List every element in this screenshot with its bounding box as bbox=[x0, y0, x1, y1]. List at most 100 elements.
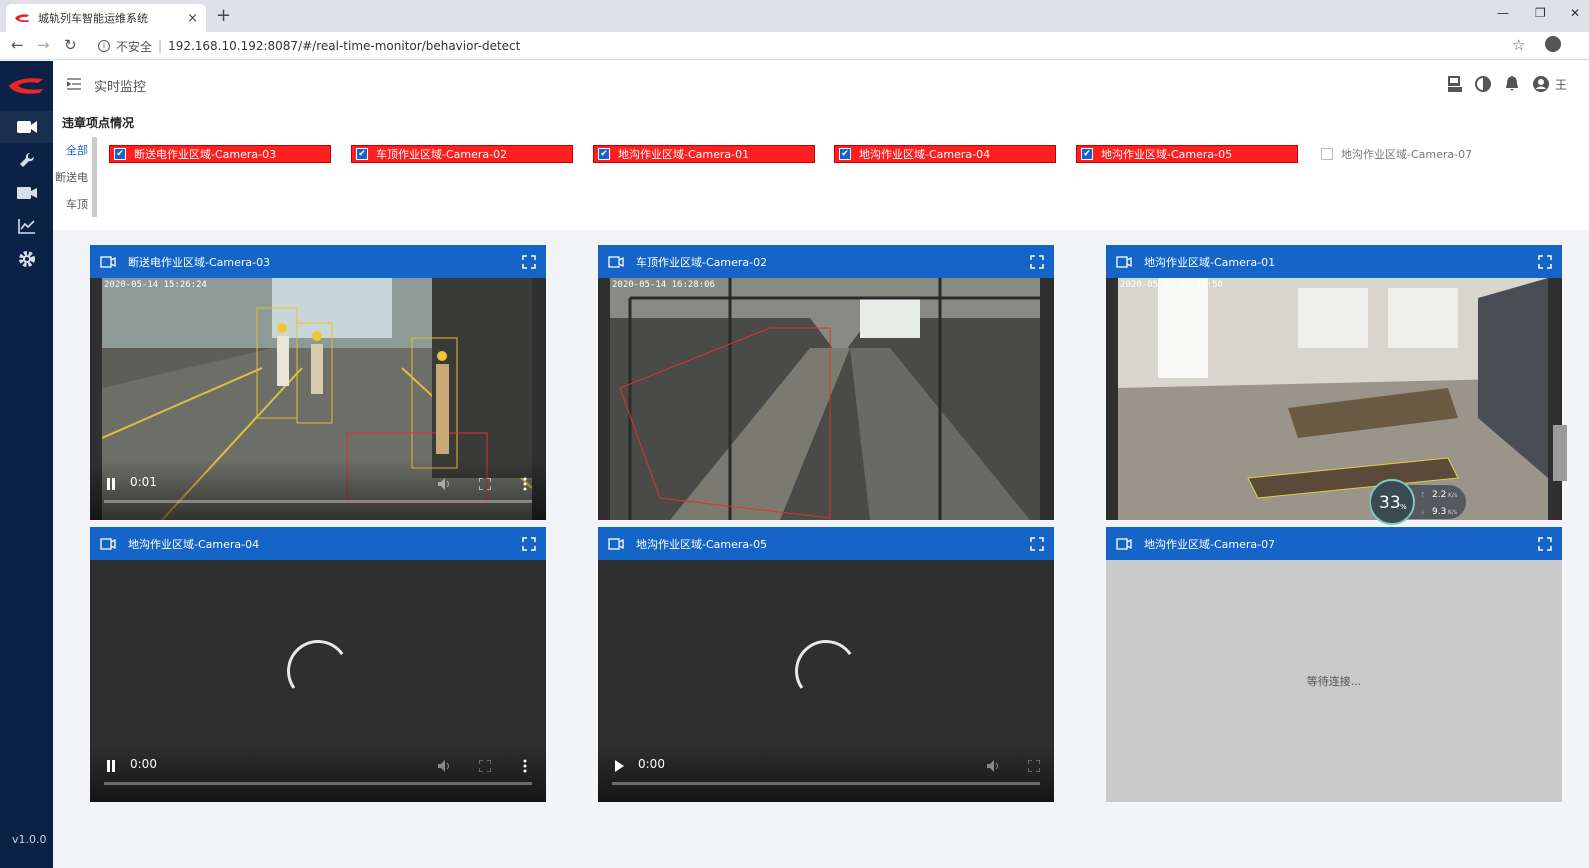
minimize-button[interactable]: — bbox=[1497, 6, 1509, 20]
info-icon[interactable]: i bbox=[98, 40, 110, 52]
pause-icon[interactable] bbox=[106, 760, 116, 772]
tab-close-icon[interactable]: × bbox=[187, 11, 198, 26]
fullscreen-icon[interactable] bbox=[1030, 537, 1044, 551]
volume-icon[interactable] bbox=[987, 760, 1001, 772]
close-window-button[interactable]: ✕ bbox=[1570, 6, 1580, 20]
user-name[interactable]: 王 bbox=[1555, 76, 1567, 93]
video-time: 0:00 bbox=[638, 757, 665, 771]
waiting-placeholder: 等待连接... bbox=[1106, 560, 1562, 802]
video-player[interactable]: 2020-05-14 16:28:06 bbox=[598, 278, 1054, 520]
video-player[interactable]: 0:00 bbox=[90, 560, 546, 802]
profile-avatar-icon[interactable] bbox=[1545, 36, 1561, 52]
camera-feed-header: 车顶作业区域-Camera-02 bbox=[598, 245, 1054, 278]
volume-icon[interactable] bbox=[438, 478, 452, 490]
sidebar-gear-icon[interactable] bbox=[16, 249, 38, 269]
sidebar-video-icon[interactable] bbox=[16, 183, 38, 203]
tab-roof[interactable]: 车顶 bbox=[53, 191, 92, 218]
url-separator: | bbox=[158, 39, 163, 53]
new-tab-button[interactable]: + bbox=[216, 5, 231, 26]
fullscreen-icon[interactable] bbox=[479, 760, 491, 772]
more-options-icon[interactable] bbox=[523, 477, 527, 491]
camera-filter-chip[interactable]: ✔ 地沟作业区域-Camera-04 bbox=[834, 145, 1056, 163]
camera-filter-chip[interactable]: ✔ 断送电作业区域-Camera-03 bbox=[109, 145, 331, 163]
upload-arrow-icon: ↑ bbox=[1420, 491, 1426, 499]
fullscreen-icon[interactable] bbox=[1538, 255, 1552, 269]
security-label: 不安全 bbox=[116, 39, 153, 54]
fullscreen-icon[interactable] bbox=[479, 478, 491, 490]
sidebar-chart-icon[interactable] bbox=[16, 216, 38, 236]
checkbox-checked-icon[interactable]: ✔ bbox=[114, 148, 126, 160]
fullscreen-icon[interactable] bbox=[522, 537, 536, 551]
more-options-icon[interactable] bbox=[523, 759, 527, 773]
play-icon[interactable] bbox=[614, 760, 624, 772]
contrast-icon[interactable] bbox=[1474, 75, 1492, 93]
fullscreen-icon[interactable] bbox=[1538, 537, 1552, 551]
reload-icon[interactable]: ↻ bbox=[64, 36, 77, 54]
scrollbar-thumb[interactable] bbox=[1553, 425, 1567, 481]
download-arrow-icon: ↓ bbox=[1420, 508, 1426, 516]
user-icon[interactable] bbox=[1532, 75, 1550, 93]
restore-button[interactable]: ❐ bbox=[1535, 6, 1546, 20]
fullscreen-icon[interactable] bbox=[1028, 760, 1040, 772]
checkbox-checked-icon[interactable]: ✔ bbox=[839, 148, 851, 160]
category-tabs: 全部 断送电 车顶 bbox=[53, 137, 97, 217]
tab-title: 城轨列车智能运维系统 bbox=[38, 12, 148, 25]
camera-icon bbox=[608, 537, 624, 550]
camera-filter-label: 地沟作业区域-Camera-05 bbox=[1101, 148, 1233, 161]
monitor-icon[interactable] bbox=[1446, 75, 1464, 93]
forward-icon[interactable]: → bbox=[37, 36, 50, 54]
menu-toggle-icon[interactable] bbox=[67, 78, 81, 90]
camera-feed-card: 地沟作业区域-Camera-05 0:00 bbox=[598, 527, 1054, 802]
video-frame-image bbox=[610, 278, 1040, 520]
checkbox-checked-icon[interactable]: ✔ bbox=[598, 148, 610, 160]
video-player[interactable]: 0:00 bbox=[598, 560, 1054, 802]
video-controls: 0:01 bbox=[90, 460, 546, 520]
back-icon[interactable]: ← bbox=[11, 36, 24, 54]
camera-filter-label: 地沟作业区域-Camera-04 bbox=[859, 148, 991, 161]
camera-feed-title: 地沟作业区域-Camera-01 bbox=[1144, 255, 1276, 269]
tab-power[interactable]: 断送电 bbox=[53, 164, 92, 191]
fullscreen-icon[interactable] bbox=[1030, 255, 1044, 269]
checkbox-checked-icon[interactable]: ✔ bbox=[1081, 148, 1093, 160]
camera-filter-label: 地沟作业区域-Camera-07 bbox=[1341, 148, 1473, 161]
camera-feed-card: 地沟作业区域-Camera-07 等待连接... bbox=[1106, 527, 1562, 802]
video-progress-bar[interactable] bbox=[612, 782, 1040, 785]
video-player[interactable]: 等待连接... bbox=[1106, 560, 1562, 802]
camera-filter-chip[interactable]: 地沟作业区域-Camera-07 bbox=[1317, 145, 1539, 163]
video-time: 0:01 bbox=[130, 475, 157, 489]
address-bar-row: ← → ↻ i 不安全 | 192.168.10.192:8087/#/real… bbox=[0, 32, 1589, 60]
camera-feed-card: 车顶作业区域-Camera-02 2020-05-14 16:28:06 bbox=[598, 245, 1054, 520]
video-controls: 0:00 bbox=[90, 742, 546, 802]
video-player[interactable]: 2020-05-14 15:26:24 0:01 bbox=[90, 278, 546, 520]
camera-filter-label: 地沟作业区域-Camera-01 bbox=[618, 148, 750, 161]
camera-filter-chip[interactable]: ✔ 地沟作业区域-Camera-05 bbox=[1076, 145, 1298, 163]
camera-feed-title: 断送电作业区域-Camera-03 bbox=[128, 255, 271, 269]
sidebar-wrench-icon[interactable] bbox=[16, 150, 38, 170]
violation-filter-panel: 违章项点情况 全部 断送电 车顶 ✔ 断送电作业区域-Camera-03 ✔ 车… bbox=[53, 107, 1589, 230]
video-progress-bar[interactable] bbox=[104, 782, 532, 785]
browser-tab[interactable]: 城轨列车智能运维系统 × bbox=[6, 4, 206, 32]
checkbox-checked-icon[interactable]: ✔ bbox=[356, 148, 368, 160]
camera-feed-header: 地沟作业区域-Camera-04 bbox=[90, 527, 546, 560]
camera-filter-chip[interactable]: ✔ 地沟作业区域-Camera-01 bbox=[593, 145, 815, 163]
camera-feed-card: 断送电作业区域-Camera-03 2020-05-14 15:26:24 0:… bbox=[90, 245, 546, 520]
bell-icon[interactable] bbox=[1503, 75, 1521, 93]
app-sidebar: v1.0.0 bbox=[0, 61, 53, 868]
url-input[interactable]: i 不安全 | 192.168.10.192:8087/#/real-time-… bbox=[88, 35, 1538, 57]
sidebar-camera-icon[interactable] bbox=[0, 111, 53, 143]
video-timestamp: 2020-05-14 15:26:24 bbox=[104, 280, 207, 290]
video-player[interactable]: 2020-05-14 16:25:50 bbox=[1106, 278, 1562, 520]
checkbox-unchecked-icon[interactable] bbox=[1321, 148, 1333, 160]
volume-icon[interactable] bbox=[438, 760, 452, 772]
network-speed-widget[interactable]: 33 % ↑ 2.2 K/s ↓ 9.3 K/s bbox=[1370, 479, 1468, 525]
camera-icon bbox=[100, 537, 116, 550]
camera-icon bbox=[608, 255, 624, 268]
pause-icon[interactable] bbox=[106, 478, 116, 490]
tab-all[interactable]: 全部 bbox=[53, 137, 92, 164]
bookmark-star-icon[interactable]: ☆ bbox=[1512, 36, 1525, 54]
camera-filter-chip[interactable]: ✔ 车顶作业区域-Camera-02 bbox=[351, 145, 573, 163]
upload-speed: 2.2 bbox=[1432, 490, 1446, 500]
fullscreen-icon[interactable] bbox=[522, 255, 536, 269]
video-progress-bar[interactable] bbox=[104, 500, 532, 503]
camera-icon bbox=[1116, 537, 1132, 550]
